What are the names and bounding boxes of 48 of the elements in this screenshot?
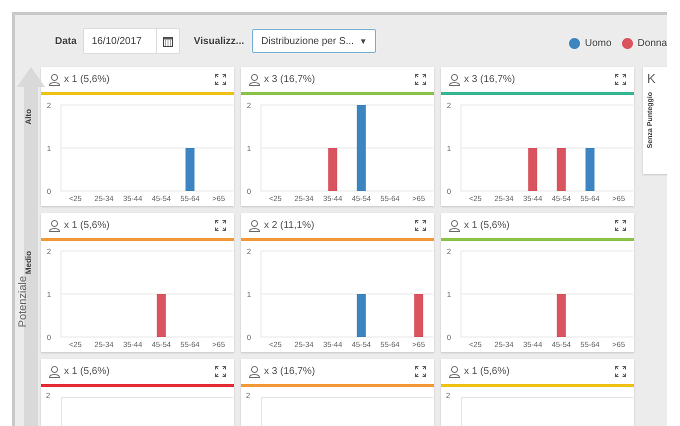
- user-icon: [249, 220, 260, 232]
- bar: [586, 148, 594, 191]
- user-icon: [449, 366, 460, 378]
- user-icon: [49, 220, 60, 232]
- legend-label: Uomo: [584, 38, 612, 48]
- card-count: x 1 (5,6%): [464, 366, 510, 377]
- caret-icon: ▼: [359, 36, 368, 46]
- calendar-icon[interactable]: [162, 36, 173, 46]
- date-field[interactable]: 16/10/2017: [82, 28, 180, 54]
- card-count: x 3 (16,7%): [264, 366, 316, 377]
- card-count: x 1 (5,6%): [64, 220, 110, 231]
- expand-icon[interactable]: [615, 74, 626, 85]
- card-count: x 3 (16,7%): [264, 74, 316, 85]
- card-count: x 1 (5,6%): [64, 366, 110, 377]
- panel-letter: K: [647, 71, 656, 86]
- user-icon: [49, 366, 60, 378]
- expand-icon[interactable]: [415, 220, 426, 231]
- view-dropdown[interactable]: Distribuzione per S... ▼: [252, 29, 376, 53]
- expand-icon[interactable]: [215, 366, 226, 377]
- bar: [556, 148, 566, 191]
- date-label: Data: [55, 36, 77, 46]
- expand-icon[interactable]: [415, 366, 426, 377]
- user-icon: [49, 74, 60, 86]
- expand-icon[interactable]: [215, 220, 226, 231]
- expand-icon[interactable]: [615, 366, 626, 377]
- card-count: x 1 (5,6%): [64, 74, 110, 85]
- user-icon: [449, 220, 460, 232]
- axis-title: Potenziale: [17, 276, 29, 328]
- bar: [156, 294, 166, 337]
- user-icon: [449, 74, 460, 86]
- user-icon: [249, 366, 260, 378]
- card-count: x 3 (16,7%): [464, 74, 516, 85]
- bar: [528, 148, 538, 191]
- expand-icon[interactable]: [415, 74, 426, 85]
- bar: [414, 294, 424, 337]
- bar: [186, 148, 194, 191]
- legend-label: Donna: [638, 38, 667, 48]
- card-count: x 1 (5,6%): [464, 220, 510, 231]
- bar: [556, 294, 566, 337]
- bar: [328, 148, 338, 191]
- expand-icon[interactable]: [615, 220, 626, 231]
- bar: [356, 294, 366, 337]
- card-count: x 2 (11,1%): [264, 220, 314, 231]
- row-label: Medio: [24, 250, 32, 274]
- view-label: Visualizz...: [194, 36, 244, 46]
- expand-icon[interactable]: [215, 74, 226, 85]
- row-label: Alto: [24, 108, 32, 124]
- user-icon: [249, 74, 260, 86]
